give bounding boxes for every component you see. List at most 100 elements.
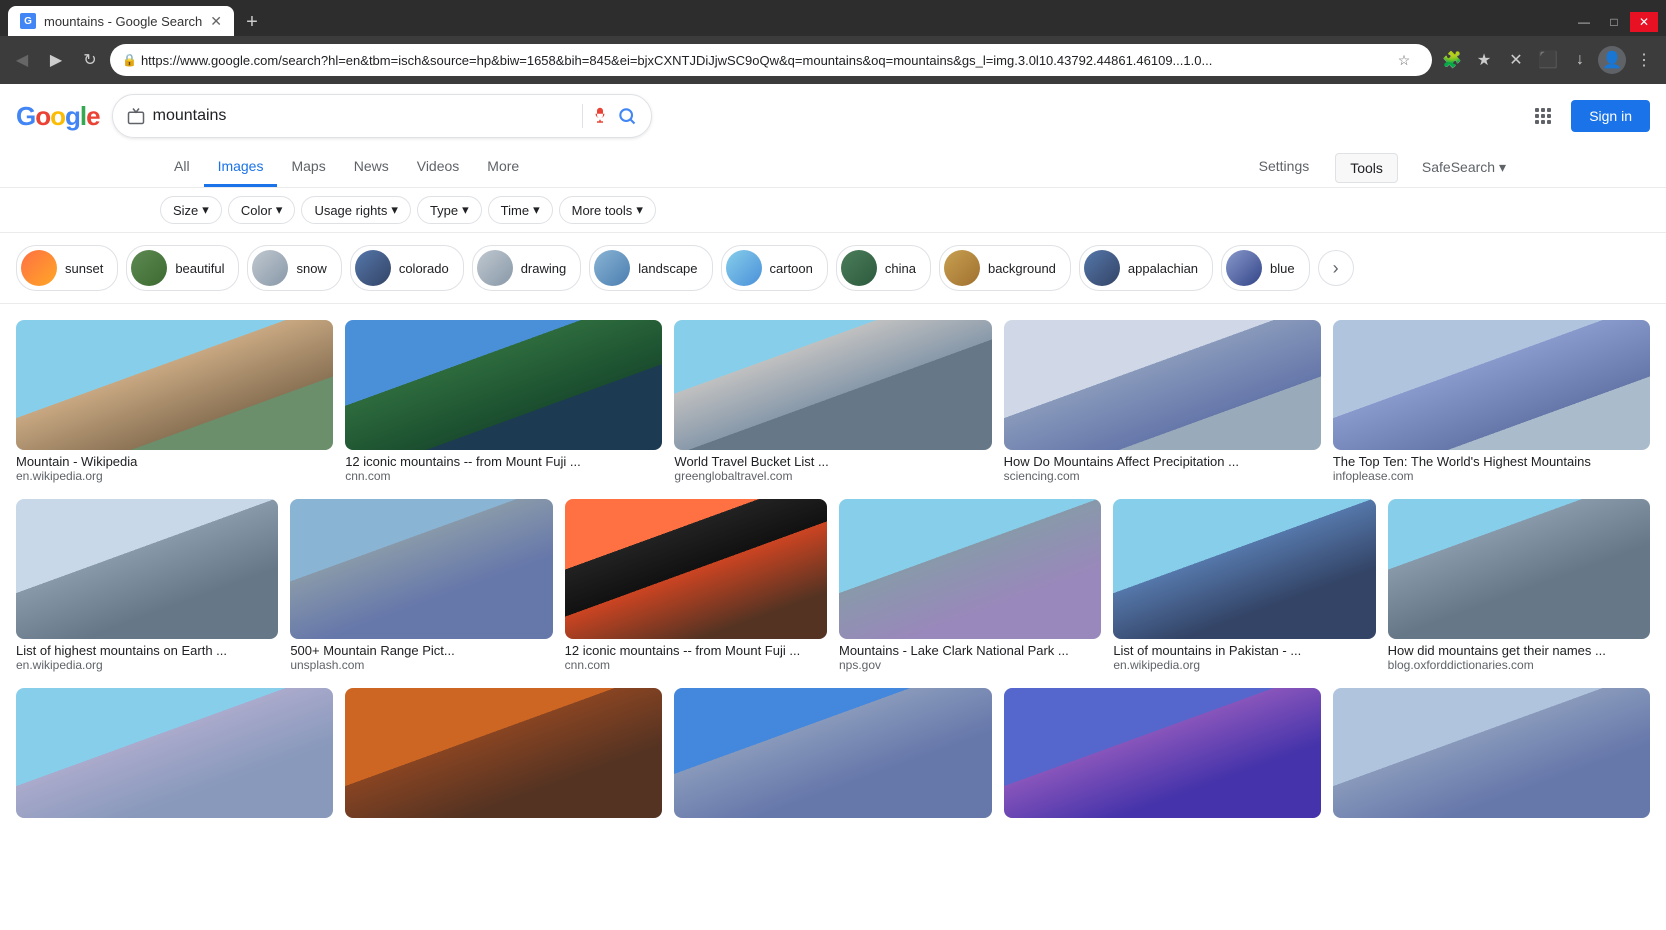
image-card-r2-5[interactable]: List of mountains in Pakistan - ... en.w… [1113, 499, 1375, 672]
browser-frame: G mountains - Google Search ✕ + — □ ✕ ◀ … [0, 0, 1666, 930]
more-tools-chevron-icon: ▾ [636, 202, 643, 218]
tools-button[interactable]: Tools [1335, 153, 1398, 183]
chip-drawing[interactable]: drawing [472, 245, 582, 291]
image-card-r2-4[interactable]: Mountains - Lake Clark National Park ...… [839, 499, 1101, 672]
image-r1-5 [1333, 320, 1650, 450]
image-card-r1-2[interactable]: 12 iconic mountains -- from Mount Fuji .… [345, 320, 662, 483]
usage-rights-chevron-icon: ▾ [391, 202, 398, 218]
camera-search-icon[interactable] [127, 107, 145, 125]
x-icon[interactable]: ✕ [1502, 46, 1530, 74]
chip-appalachian[interactable]: appalachian [1079, 245, 1213, 291]
google-logo: Google [16, 101, 100, 132]
tab-close-button[interactable]: ✕ [210, 13, 222, 30]
image-card-r1-3[interactable]: World Travel Bucket List ... greenglobal… [674, 320, 991, 483]
tab-all[interactable]: All [160, 148, 204, 187]
chip-china[interactable]: china [836, 245, 931, 291]
chip-colorado-thumb [355, 250, 391, 286]
image-r1-3-title: World Travel Bucket List ... [674, 454, 991, 469]
chip-landscape-thumb [594, 250, 630, 286]
chip-snow[interactable]: snow [247, 245, 341, 291]
chip-background[interactable]: background [939, 245, 1071, 291]
tab-videos[interactable]: Videos [403, 148, 474, 187]
chip-colorado[interactable]: colorado [350, 245, 464, 291]
active-tab[interactable]: G mountains - Google Search ✕ [8, 6, 234, 36]
image-card-r1-4[interactable]: How Do Mountains Affect Precipitation ..… [1004, 320, 1321, 483]
image-card-r3-2[interactable] [345, 688, 662, 818]
image-card-r1-5[interactable]: The Top Ten: The World's Highest Mountai… [1333, 320, 1650, 483]
image-r2-5-source: en.wikipedia.org [1113, 658, 1375, 672]
chip-landscape-label: landscape [638, 261, 697, 276]
image-card-r3-1[interactable] [16, 688, 333, 818]
star-icon[interactable]: ★ [1470, 46, 1498, 74]
safesearch-link[interactable]: SafeSearch ▾ [1422, 159, 1506, 176]
search-submit-icon[interactable] [617, 106, 637, 126]
chip-cartoon[interactable]: cartoon [721, 245, 828, 291]
chip-beautiful[interactable]: beautiful [126, 245, 239, 291]
image-r2-2-source: unsplash.com [290, 658, 552, 672]
image-r2-6-source: blog.oxforddictionaries.com [1388, 658, 1650, 672]
usage-rights-filter[interactable]: Usage rights ▾ [301, 196, 411, 224]
tab-images[interactable]: Images [204, 148, 278, 187]
address-bar[interactable]: 🔒 https://www.google.com/search?hl=en&tb… [110, 44, 1432, 76]
menu-icon[interactable]: ⋮ [1630, 46, 1658, 74]
bookmark-star-icon[interactable]: ☆ [1392, 48, 1416, 72]
search-input[interactable] [153, 107, 574, 125]
chip-sunset[interactable]: sunset [16, 245, 118, 291]
image-r3-5 [1333, 688, 1650, 818]
image-card-r3-5[interactable] [1333, 688, 1650, 818]
image-r2-3 [565, 499, 827, 639]
search-box[interactable] [112, 94, 652, 138]
image-card-r2-2[interactable]: 500+ Mountain Range Pict... unsplash.com [290, 499, 552, 672]
chip-landscape[interactable]: landscape [589, 245, 712, 291]
refresh-button[interactable]: ↻ [76, 46, 104, 74]
image-row-2: List of highest mountains on Earth ... e… [16, 499, 1650, 672]
settings-link[interactable]: Settings [1245, 148, 1324, 187]
image-card-r3-4[interactable] [1004, 688, 1321, 818]
image-r2-5-title: List of mountains in Pakistan - ... [1113, 643, 1375, 658]
chips-row: sunset beautiful snow colorado drawing l… [0, 233, 1666, 304]
image-r2-6 [1388, 499, 1650, 639]
new-tab-button[interactable]: + [238, 8, 266, 36]
extensions-icon[interactable]: 🧩 [1438, 46, 1466, 74]
google-apps-button[interactable] [1523, 96, 1563, 136]
color-filter[interactable]: Color ▾ [228, 196, 296, 224]
chip-snow-label: snow [296, 261, 326, 276]
size-filter[interactable]: Size ▾ [160, 196, 222, 224]
mic-icon[interactable] [591, 107, 609, 125]
chip-snow-thumb [252, 250, 288, 286]
close-button[interactable]: ✕ [1630, 12, 1658, 32]
image-card-r2-6[interactable]: How did mountains get their names ... bl… [1388, 499, 1650, 672]
more-tools-label: More tools [572, 203, 633, 218]
time-filter-label: Time [501, 203, 529, 218]
image-card-r2-3[interactable]: 12 iconic mountains -- from Mount Fuji .… [565, 499, 827, 672]
chip-blue[interactable]: blue [1221, 245, 1310, 291]
minimize-button[interactable]: — [1570, 12, 1598, 32]
tab-news[interactable]: News [340, 148, 403, 187]
image-r2-4 [839, 499, 1101, 639]
time-filter[interactable]: Time ▾ [488, 196, 553, 224]
profile-icon[interactable]: 👤 [1598, 46, 1626, 74]
image-r2-4-source: nps.gov [839, 658, 1101, 672]
url-text[interactable]: https://www.google.com/search?hl=en&tbm=… [141, 53, 1212, 68]
type-filter[interactable]: Type ▾ [417, 196, 482, 224]
maximize-button[interactable]: □ [1600, 12, 1628, 32]
lock-icon: 🔒 [122, 53, 137, 67]
tab-maps[interactable]: Maps [277, 148, 339, 187]
image-card-r3-3[interactable] [674, 688, 991, 818]
back-button[interactable]: ◀ [8, 46, 36, 74]
download-icon[interactable]: ↓ [1566, 46, 1594, 74]
tab-more[interactable]: More [473, 148, 533, 187]
usage-rights-label: Usage rights [314, 203, 387, 218]
more-tools-filter[interactable]: More tools ▾ [559, 196, 656, 224]
sign-in-button[interactable]: Sign in [1571, 100, 1650, 132]
tab-favicon: G [20, 13, 36, 29]
forward-button[interactable]: ▶ [42, 46, 70, 74]
chip-drawing-thumb [477, 250, 513, 286]
size-chevron-icon: ▾ [202, 202, 209, 218]
puzzle-icon[interactable]: ⬛ [1534, 46, 1562, 74]
image-card-r2-1[interactable]: List of highest mountains on Earth ... e… [16, 499, 278, 672]
chips-next-button[interactable]: › [1318, 250, 1354, 286]
image-r1-3 [674, 320, 991, 450]
type-filter-label: Type [430, 203, 458, 218]
image-card-r1-1[interactable]: Mountain - Wikipedia en.wikipedia.org [16, 320, 333, 483]
